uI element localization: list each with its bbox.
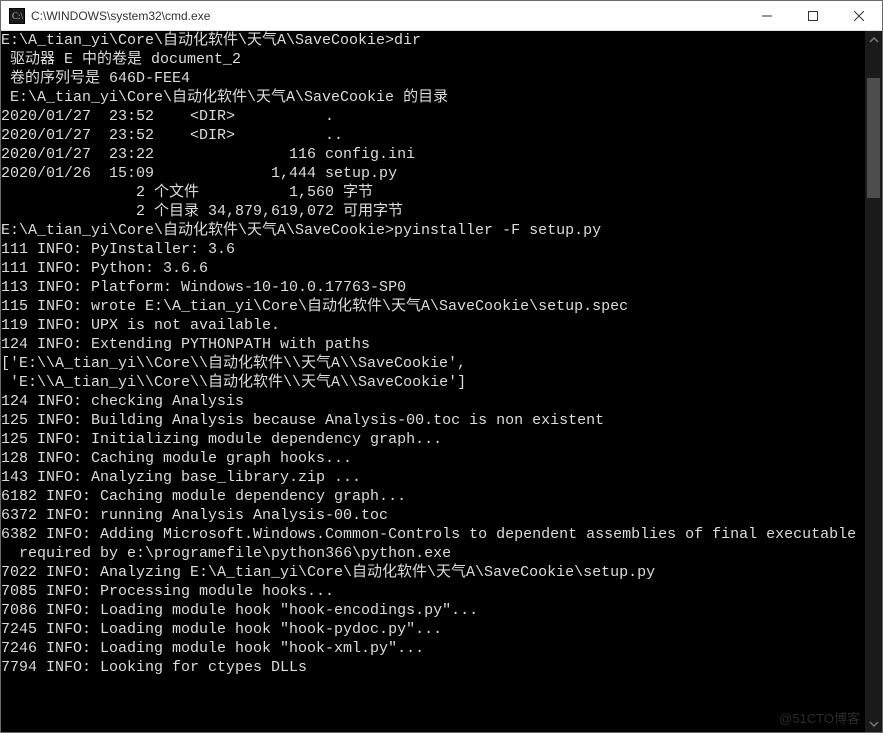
terminal-line: 驱动器 E 中的卷是 document_2	[1, 50, 865, 69]
minimize-icon	[762, 11, 772, 21]
terminal-line: 125 INFO: Initializing module dependency…	[1, 430, 865, 449]
maximize-icon	[808, 11, 818, 21]
chevron-up-icon	[869, 35, 879, 45]
terminal-line: E:\A_tian_yi\Core\自动化软件\天气A\SaveCookie>d…	[1, 31, 865, 50]
terminal-line: 128 INFO: Caching module graph hooks...	[1, 449, 865, 468]
terminal-output[interactable]: E:\A_tian_yi\Core\自动化软件\天气A\SaveCookie>d…	[1, 31, 865, 732]
maximize-button[interactable]	[790, 1, 836, 31]
terminal-line: ['E:\\A_tian_yi\\Core\\自动化软件\\天气A\\SaveC…	[1, 354, 865, 373]
window-title: C:\WINDOWS\system32\cmd.exe	[31, 9, 210, 23]
terminal-line: 2020/01/26 15:09 1,444 setup.py	[1, 164, 865, 183]
terminal-line: 124 INFO: checking Analysis	[1, 392, 865, 411]
terminal-line: 6382 INFO: Adding Microsoft.Windows.Comm…	[1, 525, 865, 544]
terminal-line: 7022 INFO: Analyzing E:\A_tian_yi\Core\自…	[1, 563, 865, 582]
terminal-line: 7794 INFO: Looking for ctypes DLLs	[1, 658, 865, 677]
scrollbar[interactable]	[865, 31, 882, 732]
scrollbar-down-arrow[interactable]	[865, 715, 882, 732]
terminal-line: 125 INFO: Building Analysis because Anal…	[1, 411, 865, 430]
terminal-line: 115 INFO: wrote E:\A_tian_yi\Core\自动化软件\…	[1, 297, 865, 316]
close-icon	[854, 11, 864, 21]
terminal-line: 2020/01/27 23:22 116 config.ini	[1, 145, 865, 164]
terminal-line: 卷的序列号是 646D-FEE4	[1, 69, 865, 88]
terminal-line: 111 INFO: Python: 3.6.6	[1, 259, 865, 278]
svg-text:C:\: C:\	[12, 11, 24, 21]
terminal-line: 6182 INFO: Caching module dependency gra…	[1, 487, 865, 506]
terminal-line: 2 个目录 34,879,619,072 可用字节	[1, 202, 865, 221]
terminal-line: 2020/01/27 23:52 <DIR> .	[1, 107, 865, 126]
terminal-line: 2 个文件 1,560 字节	[1, 183, 865, 202]
chevron-down-icon	[869, 719, 879, 729]
terminal-line: 124 INFO: Extending PYTHONPATH with path…	[1, 335, 865, 354]
terminal-line: 2020/01/27 23:52 <DIR> ..	[1, 126, 865, 145]
terminal-line: E:\A_tian_yi\Core\自动化软件\天气A\SaveCookie>p…	[1, 221, 865, 240]
terminal-line: 6372 INFO: running Analysis Analysis-00.…	[1, 506, 865, 525]
scrollbar-up-arrow[interactable]	[865, 31, 882, 48]
terminal-line: 7246 INFO: Loading module hook "hook-xml…	[1, 639, 865, 658]
terminal-line: 119 INFO: UPX is not available.	[1, 316, 865, 335]
terminal-line: 111 INFO: PyInstaller: 3.6	[1, 240, 865, 259]
close-button[interactable]	[836, 1, 882, 31]
terminal-line: required by e:\programefile\python366\py…	[1, 544, 865, 563]
minimize-button[interactable]	[744, 1, 790, 31]
terminal[interactable]: E:\A_tian_yi\Core\自动化软件\天气A\SaveCookie>d…	[1, 31, 882, 732]
terminal-line: 7086 INFO: Loading module hook "hook-enc…	[1, 601, 865, 620]
terminal-line: 143 INFO: Analyzing base_library.zip ...	[1, 468, 865, 487]
scrollbar-track[interactable]	[865, 48, 882, 715]
window-frame: C:\ C:\WINDOWS\system32\cmd.exe E:\A_tia…	[0, 0, 883, 733]
titlebar[interactable]: C:\ C:\WINDOWS\system32\cmd.exe	[1, 1, 882, 31]
terminal-line: 7085 INFO: Processing module hooks...	[1, 582, 865, 601]
terminal-line: E:\A_tian_yi\Core\自动化软件\天气A\SaveCookie 的…	[1, 88, 865, 107]
terminal-line: 7245 INFO: Loading module hook "hook-pyd…	[1, 620, 865, 639]
scrollbar-thumb[interactable]	[867, 78, 880, 198]
cmd-icon: C:\	[9, 8, 25, 24]
terminal-line: 'E:\\A_tian_yi\\Core\\自动化软件\\天气A\\SaveCo…	[1, 373, 865, 392]
terminal-line: 113 INFO: Platform: Windows-10-10.0.1776…	[1, 278, 865, 297]
